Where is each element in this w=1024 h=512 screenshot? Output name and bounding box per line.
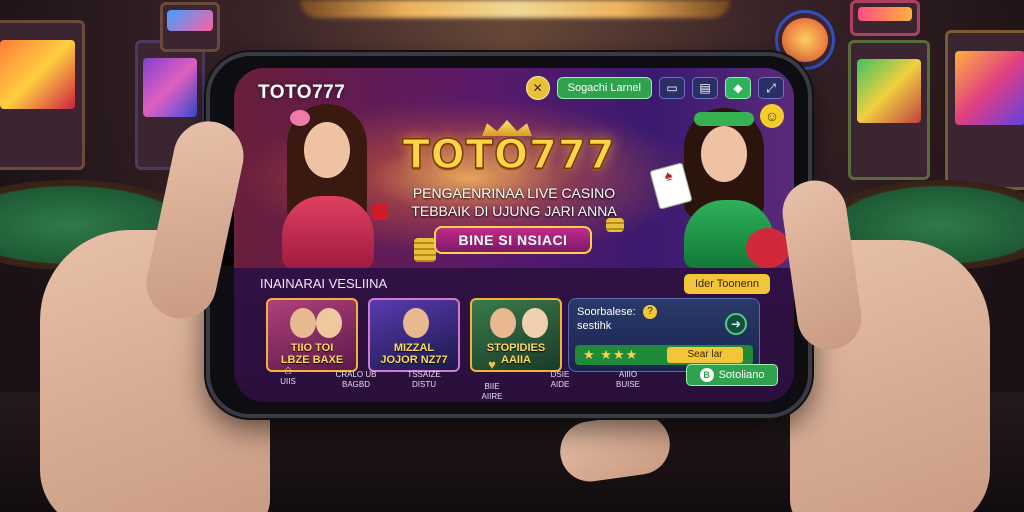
badge-icon: B (699, 368, 714, 382)
nav-item-home[interactable]: ⌂ UIIS (254, 363, 322, 387)
nav-item[interactable]: CRALO UB BAGBD (322, 360, 390, 390)
help-icon[interactable]: ? (643, 305, 657, 319)
document-icon[interactable]: ▤ (692, 77, 718, 99)
hero-logo: TOTO777 (402, 131, 616, 179)
slot-machine (160, 2, 220, 52)
section-tag-button[interactable]: Ider Toonenn (684, 274, 770, 294)
slot-machine (0, 20, 85, 170)
nav-item[interactable]: DSIE AIDE (526, 360, 594, 390)
close-icon[interactable]: ✕ (525, 76, 550, 100)
section-title: INAINARAI VESLIINA (260, 276, 388, 291)
box-icon[interactable]: ◆ (725, 77, 751, 99)
slot-machine (945, 30, 1024, 190)
promo-title-line: Soorbalese: (577, 306, 636, 318)
hero-banner: TOTO777 ✕ Sogachi Larnel ▭ ▤ ◆ ⤢ ☺ ♠ TOT… (234, 68, 794, 268)
heart-icon: ♥ (488, 357, 496, 372)
nav-item[interactable]: TSSAIZE DISTU (390, 360, 458, 390)
search-button[interactable]: Sogachi Larnel (556, 77, 652, 99)
brand-logo[interactable]: TOTO777 (258, 82, 345, 104)
promo-title: Soorbalese: sestihk (577, 305, 636, 333)
home-icon: ⌂ (284, 362, 292, 377)
promo-title-line: sestihk (577, 320, 612, 332)
hero-subtitle-line: PENGAENRINAA LIVE CASINO (412, 185, 616, 201)
nav-item-label: DSIE AIDE (550, 370, 570, 389)
hero-subtitle: PENGAENRINAA LIVE CASINO TEBBAIK DI UJUN… (384, 184, 644, 220)
chips-icon (414, 238, 436, 262)
arrow-right-icon[interactable]: ➜ (725, 313, 747, 335)
flower-icon (290, 110, 310, 126)
top-toolbar: ✕ Sogachi Larnel ▭ ▤ ◆ ⤢ (525, 76, 784, 100)
bottom-nav: ⌂ UIIS CRALO UB BAGBD TSSAIZE DISTU ♥ BI… (254, 358, 778, 401)
chips-icon (606, 218, 624, 232)
nav-item-label: TSSAIZE DISTU (407, 370, 441, 389)
nav-item-favorites[interactable]: ♥ BIIE AIIRE (458, 348, 526, 402)
phone-screen: TOTO777 ✕ Sogachi Larnel ▭ ▤ ◆ ⤢ ☺ ♠ TOT… (234, 68, 794, 402)
hostess-right: ♠ (649, 108, 794, 268)
nav-cta-button[interactable]: B Sotoliano (686, 364, 778, 386)
ceiling-light (300, 0, 730, 18)
chat-icon[interactable]: ▭ (659, 77, 685, 99)
hero-cta-button[interactable]: BINE SI NSIACI (434, 226, 592, 254)
nav-item[interactable]: AIIIO BUISE (594, 360, 662, 390)
nav-item-label: UIIS (280, 377, 296, 386)
nav-item-label: CRALO UB BAGBD (335, 370, 377, 389)
smartphone: TOTO777 ✕ Sogachi Larnel ▭ ▤ ◆ ⤢ ☺ ♠ TOT… (206, 52, 812, 418)
hostess-left (262, 104, 392, 268)
slot-machine (848, 40, 930, 180)
hero-subtitle-line: TEBBAIK DI UJUNG JARI ANNA (411, 203, 617, 219)
content-panel: INAINARAI VESLIINA Ider Toonenn TIIO TOI… (234, 268, 794, 402)
nav-cta-label: Sotoliano (718, 369, 765, 381)
expand-icon[interactable]: ⤢ (758, 77, 784, 99)
slot-machine (850, 0, 920, 36)
nav-item-label: BIIE AIIRE (481, 382, 503, 401)
nav-item-label: AIIIO BUISE (615, 370, 640, 389)
